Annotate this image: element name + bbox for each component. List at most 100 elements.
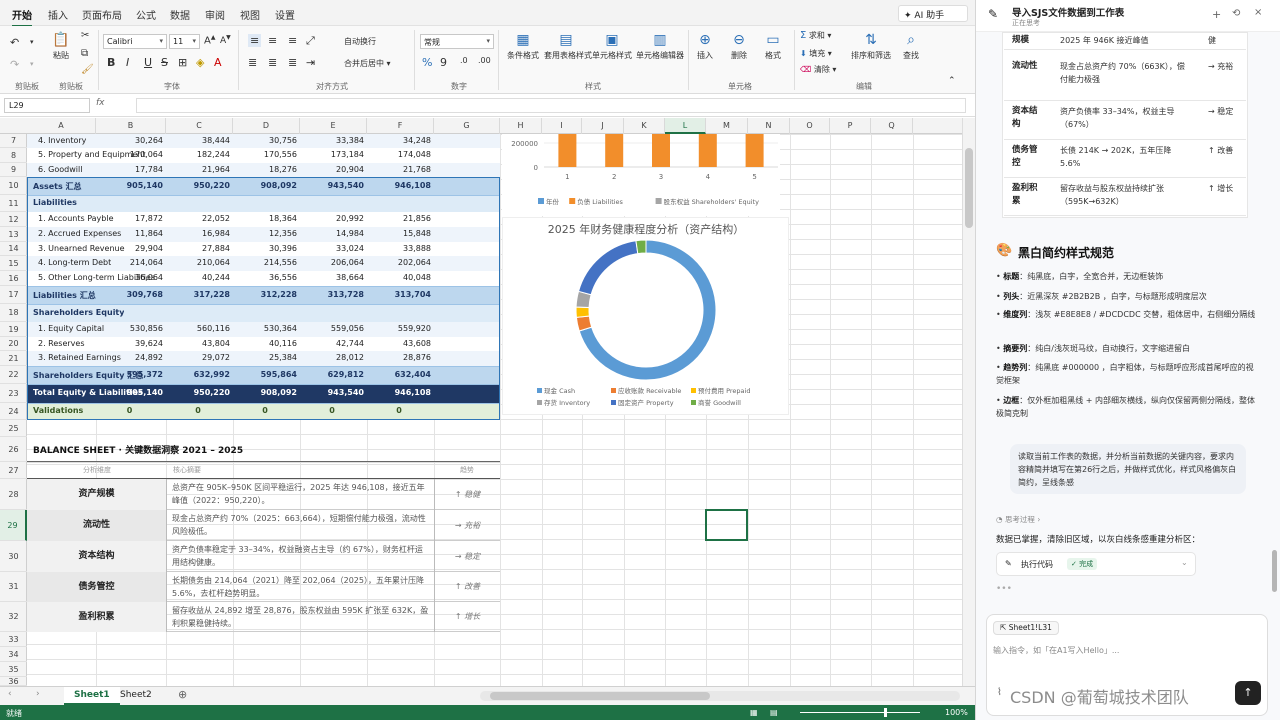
row-label[interactable]: Validations	[33, 406, 83, 415]
insight-trend[interactable]: ↑ 改善	[434, 572, 500, 602]
column-header-K[interactable]: K	[624, 118, 665, 134]
table-cell[interactable]: 30,756	[233, 136, 300, 145]
column-header-N[interactable]: N	[748, 118, 790, 134]
undo-icon[interactable]: ↶	[10, 36, 19, 49]
collapse-ribbon-icon[interactable]: ⌃	[948, 76, 956, 86]
table-cell[interactable]: 12,356	[233, 229, 300, 238]
column-header-H[interactable]: H	[500, 118, 542, 134]
table-cell[interactable]: 206,064	[300, 258, 367, 267]
table-cell[interactable]: 905,140	[96, 181, 166, 190]
row-header-28[interactable]: 28	[0, 479, 27, 510]
row-header-36[interactable]: 36	[0, 677, 27, 686]
table-cell[interactable]: 20,992	[300, 214, 367, 223]
align-middle-icon[interactable]: ≡	[268, 34, 277, 47]
table-cell[interactable]: 0	[233, 406, 300, 415]
table-cell[interactable]: 38,664	[300, 273, 367, 282]
table-cell[interactable]: 313,704	[367, 290, 434, 299]
table-cell[interactable]: 29,072	[166, 353, 233, 362]
insight-dimension[interactable]: 盈利积累	[27, 602, 167, 632]
row-label[interactable]: 1. Equity Capital	[38, 324, 104, 333]
insight-summary[interactable]: 长期债务由 214,064（2021）降至 202,064（2025），五年累计…	[172, 574, 430, 600]
table-cell[interactable]: 22,052	[166, 214, 233, 223]
row-header-26[interactable]: 26	[0, 437, 27, 462]
merge-center-button[interactable]: 合并后居中 ▾	[344, 58, 391, 69]
table-cell[interactable]: 21,964	[166, 165, 233, 174]
number-format-select[interactable]: 常规	[420, 34, 494, 49]
table-cell[interactable]: 317,228	[166, 290, 233, 299]
redo-dropdown-icon[interactable]: ▾	[30, 60, 34, 68]
table-cell[interactable]: 24,892	[96, 353, 166, 362]
new-chat-icon[interactable]: +	[1212, 8, 1221, 21]
table-cell[interactable]: 943,540	[300, 181, 367, 190]
table-cell[interactable]: 170,556	[233, 150, 300, 159]
table-cell[interactable]: 36,064	[96, 273, 166, 282]
table-cell[interactable]: 560,116	[166, 324, 233, 333]
insight-dimension[interactable]: 资产规模	[27, 479, 167, 510]
insight-summary[interactable]: 留存收益从 24,892 增至 28,876，股东权益由 595K 扩张至 63…	[172, 604, 430, 630]
row-header-11[interactable]: 11	[0, 195, 27, 212]
table-cell[interactable]: 40,116	[233, 339, 300, 348]
tab-page-layout[interactable]: 页面布局	[82, 7, 122, 22]
row-header-30[interactable]: 30	[0, 541, 27, 572]
row-header-34[interactable]: 34	[0, 647, 27, 662]
redo-icon[interactable]: ↷	[10, 58, 19, 71]
table-cell[interactable]: 30,264	[96, 136, 166, 145]
copy-icon[interactable]: ⧉	[81, 48, 88, 59]
tab-data[interactable]: 数据	[170, 7, 190, 22]
row-header-17[interactable]: 17	[0, 286, 27, 304]
table-cell[interactable]: 30,396	[233, 244, 300, 253]
row-header-12[interactable]: 12	[0, 212, 27, 227]
table-cell[interactable]: 25,384	[233, 353, 300, 362]
table-cell[interactable]: 14,984	[300, 229, 367, 238]
table-cell[interactable]: 632,404	[367, 370, 434, 379]
view-page-icon[interactable]: ▤	[770, 708, 778, 717]
font-color-icon[interactable]: A	[214, 56, 222, 69]
align-top-icon[interactable]: ≡	[248, 34, 262, 47]
send-button[interactable]: ↑	[1235, 681, 1261, 705]
row-header-31[interactable]: 31	[0, 572, 27, 602]
insight-summary[interactable]: 总资产在 905K–950K 区间平稳运行，2025 年达 946,108，接近…	[172, 481, 430, 507]
insight-trend[interactable]: → 稳定	[434, 541, 500, 572]
orientation-icon[interactable]: ⤢	[306, 34, 315, 48]
row-header-29[interactable]: 29	[0, 510, 27, 541]
table-cell[interactable]: 20,904	[300, 165, 367, 174]
underline-icon[interactable]: U	[144, 56, 152, 69]
table-cell[interactable]: 0	[166, 406, 233, 415]
table-cell[interactable]: 38,444	[166, 136, 233, 145]
column-header-M[interactable]: M	[706, 118, 748, 134]
panel-scroll-thumb[interactable]	[1272, 550, 1277, 592]
table-cell[interactable]: 27,884	[166, 244, 233, 253]
row-header-25[interactable]: 25	[0, 420, 27, 437]
row-header-32[interactable]: 32	[0, 602, 27, 632]
run-code-card[interactable]: ✎ 执行代码 ✓ 完成 ⌄	[996, 552, 1196, 576]
table-cell[interactable]: 33,024	[300, 244, 367, 253]
prev-sheet-icon[interactable]: ‹	[8, 689, 12, 699]
wrap-text-button[interactable]: 自动换行	[344, 36, 376, 47]
tab-settings[interactable]: 设置	[275, 7, 295, 22]
fill-button[interactable]: ⬇ 填充 ▾	[800, 48, 832, 59]
table-cell[interactable]: 946,108	[367, 388, 434, 397]
table-cell[interactable]: 28,012	[300, 353, 367, 362]
next-sheet-icon[interactable]: ›	[36, 689, 40, 699]
comma-icon[interactable]: 9	[440, 56, 447, 69]
view-normal-icon[interactable]: ▦	[750, 708, 758, 717]
paste-button[interactable]: 📋 粘贴	[48, 32, 74, 61]
table-cell[interactable]: 595,864	[233, 370, 300, 379]
chevron-down-icon[interactable]: ⌄	[1181, 558, 1188, 567]
tab-review[interactable]: 审阅	[205, 7, 225, 22]
row-header-9[interactable]: 9	[0, 163, 27, 177]
table-cell[interactable]: 210,064	[166, 258, 233, 267]
table-cell[interactable]: 173,184	[300, 150, 367, 159]
row-label[interactable]: 2. Reserves	[38, 339, 85, 348]
format-painter-icon[interactable]: 🖌	[81, 64, 94, 75]
column-header-E[interactable]: E	[300, 118, 367, 134]
column-header-L[interactable]: L	[665, 118, 706, 134]
align-bottom-icon[interactable]: ≡	[288, 34, 297, 47]
insight-dimension[interactable]: 债务管控	[27, 572, 167, 602]
font-size-select[interactable]: 11	[169, 34, 200, 49]
sort-filter-button[interactable]: ⇅ 排序和筛选	[848, 32, 894, 61]
table-cell[interactable]: 33,888	[367, 244, 434, 253]
row-header-19[interactable]: 19	[0, 322, 27, 337]
table-cell[interactable]: 16,984	[166, 229, 233, 238]
table-cell[interactable]: 943,540	[300, 388, 367, 397]
